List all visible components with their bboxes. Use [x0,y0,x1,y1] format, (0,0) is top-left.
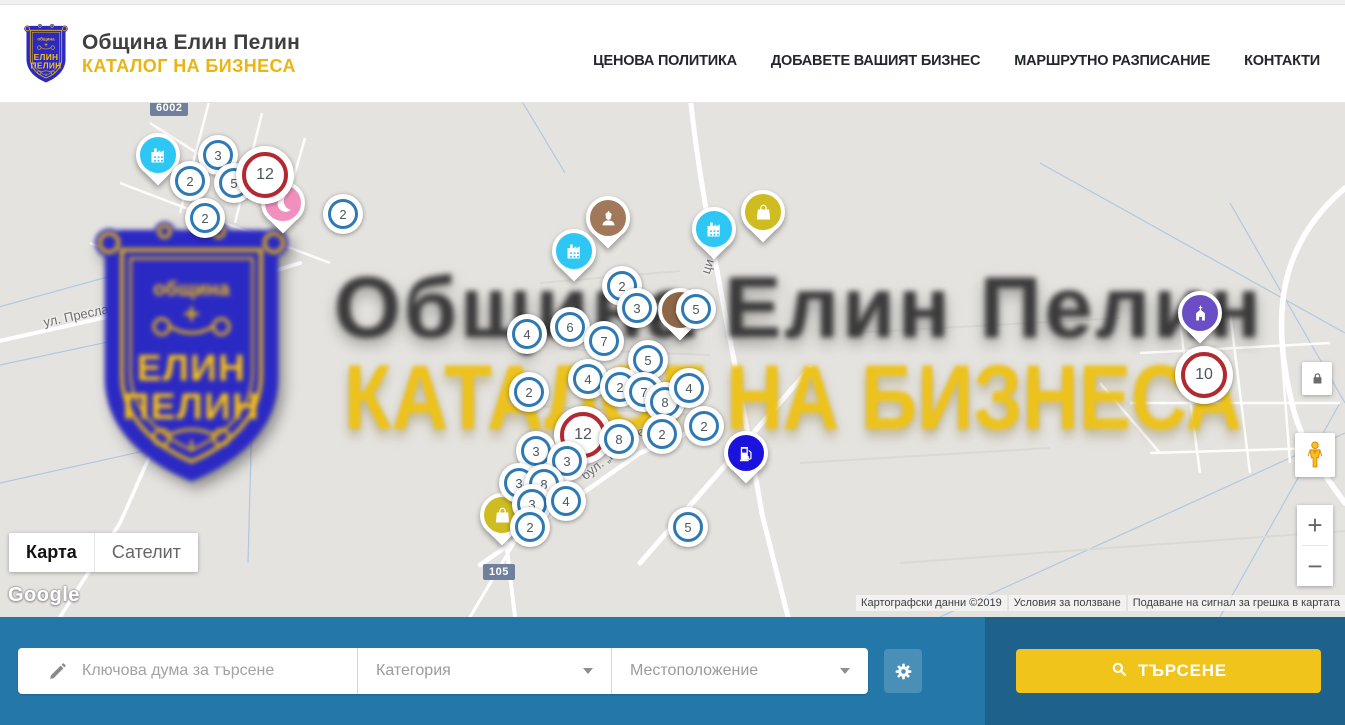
svg-text:ПЕЛИН: ПЕЛИН [31,60,62,70]
keyword-section [18,648,358,694]
caret-down-icon [840,668,850,674]
cluster-count: 12 [256,166,274,184]
page: община ЕЛИН ПЕЛИН Община Елин Пелин КАТА… [0,0,1345,725]
map-cluster[interactable]: 3 [617,288,657,328]
nav-item[interactable]: ЦЕНОВА ПОЛИТИКА [593,53,737,69]
map-cluster[interactable]: 2 [185,198,225,238]
cluster-count: 12 [574,426,592,444]
cluster-count: 2 [616,380,623,395]
gear-icon [893,661,914,682]
keyword-input[interactable] [82,662,343,680]
map-type-control: Карта Сателит [9,533,198,572]
map-cluster[interactable]: 2 [323,194,363,234]
map-cluster[interactable]: 8 [599,419,639,459]
map-cluster[interactable]: 2 [642,414,682,454]
map-canvas[interactable]: 6002105ул. Преславбул. „Новоселци община… [0,103,1345,617]
header: община ЕЛИН ПЕЛИН Община Елин Пелин КАТА… [0,5,1345,103]
map-cluster[interactable]: 4 [669,368,709,408]
cluster-count: 2 [525,385,532,400]
map-cluster[interactable]: 7 [584,321,624,361]
location-select-label: Местоположение [630,662,758,680]
svg-text:община: община [37,35,55,41]
map-cluster[interactable]: 5 [676,289,716,329]
zoom-in-button[interactable]: + [1297,505,1333,545]
cluster-count: 3 [633,301,640,316]
cluster-count: 2 [201,211,208,226]
zoom-out-button[interactable]: − [1297,546,1333,586]
search-panel: Категория Местоположение [18,648,868,694]
cluster-count: 4 [584,372,591,387]
cluster-count: 5 [684,520,691,535]
cluster-count: 8 [661,395,668,410]
search-bar: Категория Местоположение [0,617,1345,725]
clusters-layer: 32512222356475427842212823338342510 [0,103,1345,617]
cluster-count: 2 [526,520,533,535]
cluster-count: 7 [600,334,607,349]
location-select[interactable]: Местоположение [612,648,868,694]
attribution-link[interactable]: Условия за ползване [1009,595,1126,611]
cluster-count: 2 [339,207,346,222]
map-type-map-button[interactable]: Карта [9,533,94,572]
cluster-count: 3 [214,148,221,163]
map-attribution: Картографски данни ©2019Условия за ползв… [856,595,1345,611]
map-cluster[interactable]: 2 [684,406,724,446]
map-cluster[interactable]: 12 [236,146,294,204]
nav-item[interactable]: ДОБАВЕТЕ ВАШИЯТ БИЗНЕС [771,53,980,69]
logo-subtitle: КАТАЛОГ НА БИЗНЕСА [82,56,300,77]
category-select[interactable]: Категория [358,648,612,694]
cluster-count: 3 [563,454,570,469]
cluster-count: 5 [644,353,651,368]
caret-down-icon [583,668,593,674]
settings-button[interactable] [884,649,922,693]
cluster-count: 2 [186,174,193,189]
cluster-count: 4 [523,327,530,342]
nav-item[interactable]: МАРШРУТНО РАЗПИСАНИЕ [1014,53,1210,69]
cluster-count: 8 [615,432,622,447]
cluster-count: 2 [700,419,707,434]
search-button[interactable]: ТЪРСЕНЕ [1016,649,1321,693]
map-cluster[interactable]: 2 [170,161,210,201]
nav-item[interactable]: КОНТАКТИ [1244,53,1320,69]
cluster-count: 3 [532,444,539,459]
zoom-control: + − [1297,505,1333,586]
main-nav: ЦЕНОВА ПОЛИТИКА ДОБАВЕТЕ ВАШИЯТ БИЗНЕС МАР… [593,39,1320,69]
cluster-count: 2 [658,427,665,442]
search-icon [1110,660,1128,683]
logo-title: Община Елин Пелин [82,31,300,55]
cluster-count: 4 [685,381,692,396]
attribution-text: Картографски данни ©2019 [856,595,1007,611]
google-logo[interactable]: Google [8,584,80,607]
pegman-icon [1302,439,1328,471]
category-select-label: Категория [376,662,451,680]
cluster-count: 5 [692,302,699,317]
map-type-satellite-button[interactable]: Сателит [94,533,198,572]
pencil-icon [48,661,68,681]
cluster-count: 6 [566,320,573,335]
map-cluster[interactable]: 5 [668,507,708,547]
logo-text: Община Елин Пелин КАТАЛОГ НА БИЗНЕСА [82,31,300,77]
municipality-crest-icon: община ЕЛИН ПЕЛИН [22,22,70,86]
search-button-label: ТЪРСЕНЕ [1138,661,1227,681]
map-cluster[interactable]: 2 [509,372,549,412]
map-cluster[interactable]: 10 [1175,346,1233,404]
map-cluster[interactable]: 4 [507,314,547,354]
pegman-button[interactable] [1295,433,1335,477]
lock-button[interactable] [1302,362,1332,395]
map-cluster[interactable]: 2 [510,507,550,547]
cluster-count: 10 [1195,366,1213,384]
attribution-link[interactable]: Подаване на сигнал за грешка в картата [1128,595,1345,611]
map-cluster[interactable]: 4 [546,481,586,521]
site-logo[interactable]: община ЕЛИН ПЕЛИН Община Елин Пелин КАТА… [22,22,300,86]
padlock-icon [1310,371,1325,386]
cluster-count: 4 [562,494,569,509]
